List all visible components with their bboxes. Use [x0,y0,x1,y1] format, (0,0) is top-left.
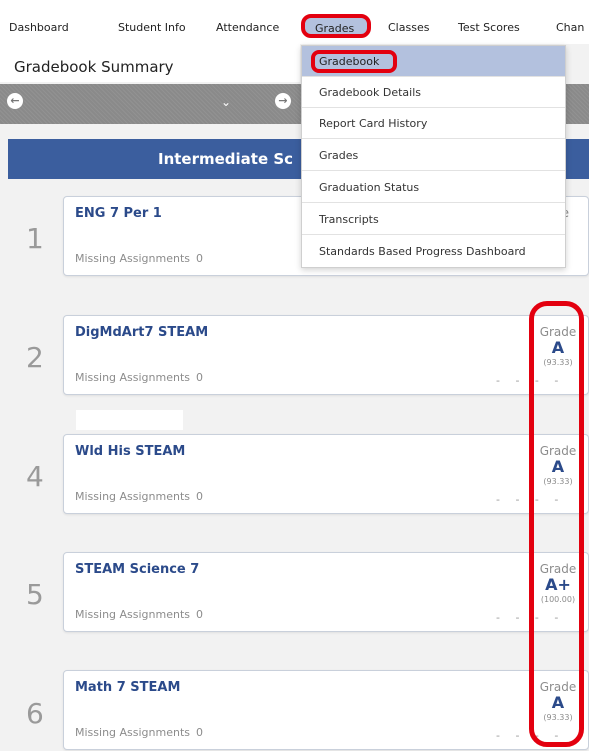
nav-attendance[interactable]: Attendance [216,21,279,34]
period-number: 4 [26,460,44,493]
menu-item-transcripts[interactable]: Transcripts [302,204,565,235]
course-card[interactable]: DigMdArt7 STEAM Missing Assignments 0 - -… [63,315,589,395]
period-number: 1 [26,222,44,255]
menu-item-grades[interactable]: Grades [302,140,565,171]
menu-item-gradebook-details[interactable]: Gradebook Details [302,77,565,108]
grade-column-highlight [529,301,584,747]
period-number: 2 [26,341,44,374]
course-name[interactable]: Math 7 STEAM [75,680,180,695]
grades-dropdown-menu: Gradebook Gradebook Details Report Card … [301,45,566,268]
missing-assignments: Missing Assignments 0 [75,371,204,384]
missing-assignments: Missing Assignments 0 [75,608,204,621]
missing-count: 0 [196,252,204,265]
menu-item-report-card-history[interactable]: Report Card History [302,108,565,139]
menu-item-label: Gradebook [319,55,380,68]
nav-test-scores[interactable]: Test Scores [458,21,520,34]
missing-assignments: Missing Assignments 0 [75,252,204,265]
nav-classes[interactable]: Classes [388,21,429,34]
menu-item-gradebook[interactable]: Gradebook [302,46,565,77]
course-name[interactable]: DigMdArt7 STEAM [75,325,208,340]
nav-dashboard[interactable]: Dashboard [9,21,69,34]
arrow-right-icon[interactable]: → [275,93,291,109]
course-card[interactable]: Math 7 STEAM Missing Assignments 0 - - - … [63,670,589,750]
menu-item-graduation-status[interactable]: Graduation Status [302,172,565,203]
missing-assignments: Missing Assignments 0 [75,490,204,503]
chevron-down-icon[interactable]: ⌄ [221,95,231,109]
missing-assignments: Missing Assignments 0 [75,726,204,739]
course-name[interactable]: ENG 7 Per 1 [75,206,162,221]
period-number: 6 [26,697,44,730]
missing-count: 0 [196,490,204,503]
course-name[interactable]: STEAM Science 7 [75,562,199,577]
arrow-left-icon[interactable]: ← [7,93,23,109]
missing-count: 0 [196,371,204,384]
page-title: Gradebook Summary [14,58,174,76]
nav-grades-label: Grades [315,22,355,35]
course-card[interactable]: STEAM Science 7 Missing Assignments 0 - -… [63,552,589,632]
selected-highlight: Gradebook [311,50,397,73]
nav-changes[interactable]: Chan [556,21,584,34]
menu-item-standards-dashboard[interactable]: Standards Based Progress Dashboard [302,236,565,267]
course-name[interactable]: Wld His STEAM [75,444,185,459]
missing-count: 0 [196,608,204,621]
nav-student-info[interactable]: Student Info [118,21,186,34]
school-name: Intermediate Sc [158,150,294,168]
course-card[interactable]: Wld His STEAM Missing Assignments 0 - - -… [63,434,589,514]
period-number: 5 [26,578,44,611]
missing-count: 0 [196,726,204,739]
page-header: Gradebook Summary [0,44,300,82]
nav-grades[interactable]: Grades [301,14,371,38]
redacted-block [76,410,183,430]
top-nav: Dashboard Student Info Attendance Grades… [0,0,589,44]
